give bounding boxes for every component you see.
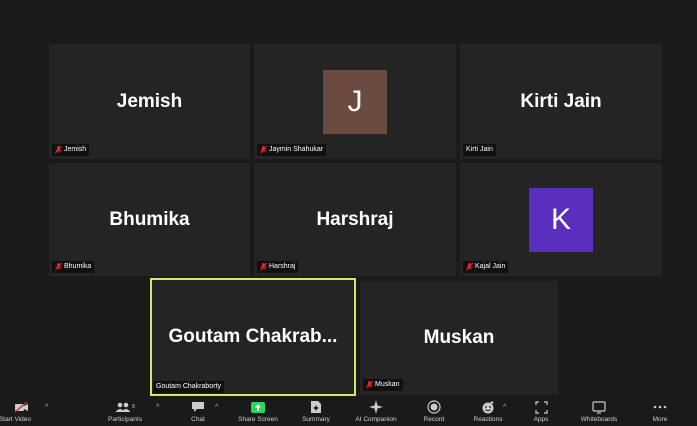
participants-count: 8 <box>132 404 135 410</box>
video-tile-muskan[interactable]: Muskan Muskan <box>360 281 558 394</box>
record-label: Record <box>423 416 445 423</box>
meeting-toolbar: Start Video ^ 8 Participants ^ Chat ^ Sh… <box>0 398 697 426</box>
ai-companion-label: AI Companion <box>355 416 397 423</box>
participant-name-large: Kirti Jain <box>520 90 602 112</box>
video-off-icon <box>14 398 30 416</box>
chevron-up-icon[interactable]: ^ <box>503 404 506 411</box>
start-video-button[interactable]: Start Video <box>0 398 44 426</box>
video-tile-jemish[interactable]: Jemish Jemish <box>49 44 250 159</box>
sparkle-icon <box>369 398 383 416</box>
chat-icon <box>191 398 205 416</box>
reactions-label: Reactions <box>473 416 503 423</box>
share-screen-button[interactable]: Share Screen <box>232 398 284 426</box>
more-button[interactable]: More <box>644 398 676 426</box>
participant-name-large: Goutam Chakrab... <box>168 326 338 347</box>
record-icon <box>427 398 441 416</box>
participant-label-text: Harshraj <box>269 263 296 270</box>
start-video-label: Start Video <box>0 416 32 423</box>
mic-muted-icon <box>260 263 267 271</box>
participant-name-large: Jemish <box>116 90 183 112</box>
participant-label: Jaymin Shahukar <box>257 144 327 156</box>
whiteboards-button[interactable]: Whiteboards <box>572 398 626 426</box>
video-tile-kajal[interactable]: K Kajal Jain <box>460 163 662 276</box>
emoji-icon <box>481 398 495 416</box>
participant-label-text: Goutam Chakraborty <box>156 383 221 390</box>
participant-label-text: Jemish <box>64 146 87 153</box>
mic-muted-icon <box>260 146 267 154</box>
apps-label: Apps <box>533 416 549 423</box>
video-tile-bhumika[interactable]: Bhumika Bhumika <box>49 163 250 276</box>
participants-button[interactable]: 8 Participants <box>98 398 152 426</box>
chat-label: Chat <box>191 416 205 423</box>
mic-muted-icon <box>55 263 62 271</box>
participant-label-text: Kajal Jain <box>475 263 506 270</box>
avatar: J <box>323 69 387 134</box>
participant-name-large: Harshraj <box>316 208 394 230</box>
summary-icon <box>310 398 322 416</box>
summary-label: Summary <box>302 416 330 423</box>
more-icon <box>653 398 667 416</box>
record-button[interactable]: Record <box>418 398 450 426</box>
participant-label: Muskan <box>363 379 403 391</box>
video-tile-kirti[interactable]: Kirti Jain Kirti Jain <box>460 44 662 159</box>
chat-button[interactable]: Chat <box>184 398 212 426</box>
participant-label-text: Muskan <box>375 381 400 388</box>
video-tile-harshraj[interactable]: Harshraj Harshraj <box>254 163 456 276</box>
chevron-up-icon[interactable]: ^ <box>215 404 218 411</box>
participant-label-text: Bhumika <box>64 263 92 270</box>
participant-label: Jemish <box>52 144 90 156</box>
reactions-button[interactable]: Reactions <box>468 398 508 426</box>
whiteboard-icon <box>592 398 606 416</box>
participant-label: Harshraj <box>257 261 299 273</box>
mic-muted-icon <box>55 146 62 154</box>
share-screen-label: Share Screen <box>238 416 278 423</box>
mic-muted-icon <box>466 263 473 271</box>
participant-label: Kajal Jain <box>463 261 509 273</box>
participants-label: Participants <box>108 416 142 423</box>
participant-label: Goutam Chakraborty <box>153 381 224 393</box>
participant-label-text: Kirti Jain <box>466 146 493 153</box>
apps-icon <box>534 398 548 416</box>
participant-label-text: Jaymin Shahukar <box>269 146 324 153</box>
more-label: More <box>652 416 668 423</box>
mic-muted-icon <box>366 381 373 389</box>
apps-button[interactable]: Apps <box>528 398 554 426</box>
whiteboards-label: Whiteboards <box>580 416 618 423</box>
video-tile-goutam-active-speaker[interactable]: Goutam Chakrab... Goutam Chakraborty <box>150 278 356 396</box>
ai-companion-button[interactable]: AI Companion <box>346 398 406 426</box>
participant-name-large: Bhumika <box>109 208 190 230</box>
participant-label: Bhumika <box>52 261 95 273</box>
participant-name-large: Muskan <box>423 326 495 348</box>
video-gallery: Jemish Jemish J Jaymin Shahukar Kirti Ja… <box>0 0 697 398</box>
video-tile-jaymin[interactable]: J Jaymin Shahukar <box>254 44 456 159</box>
participants-icon: 8 <box>115 398 135 416</box>
chevron-up-icon[interactable]: ^ <box>45 404 48 411</box>
share-screen-icon <box>250 398 266 416</box>
avatar: K <box>529 187 593 252</box>
chevron-up-icon[interactable]: ^ <box>156 404 159 411</box>
participant-label: Kirti Jain <box>463 144 496 156</box>
summary-button[interactable]: Summary <box>296 398 336 426</box>
